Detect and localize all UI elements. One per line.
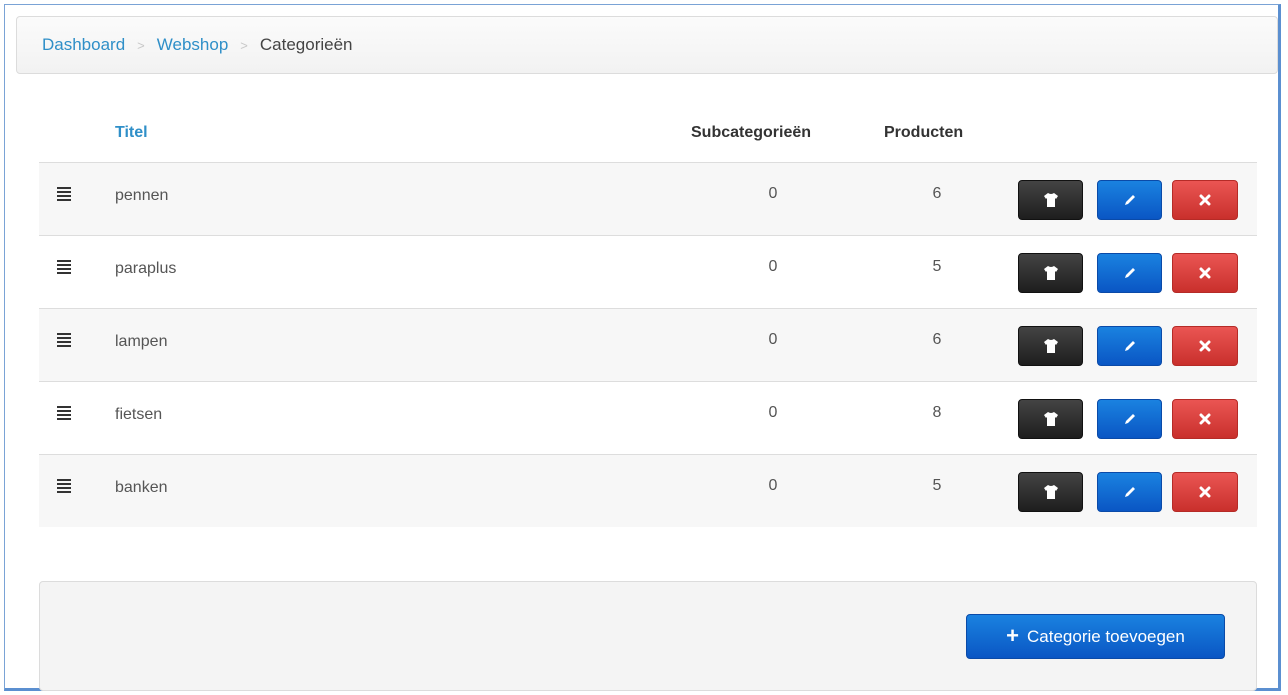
- subcategory-count: 0: [768, 404, 778, 421]
- add-category-button[interactable]: + Categorie toevoegen: [966, 614, 1225, 659]
- products-button[interactable]: [1018, 253, 1083, 293]
- pencil-icon: [1124, 341, 1135, 351]
- products-button[interactable]: [1018, 472, 1083, 512]
- breadcrumb: Dashboard > Webshop > Categorieën: [16, 16, 1278, 74]
- table-header: Titel Subcategorieën Producten: [39, 105, 1257, 163]
- close-icon: [1199, 194, 1211, 206]
- table-row: banken 0 5: [39, 455, 1257, 527]
- category-title: banken: [115, 479, 168, 496]
- breadcrumb-separator: >: [240, 37, 248, 53]
- drag-handle-icon[interactable]: [57, 260, 71, 276]
- pencil-icon: [1124, 487, 1135, 497]
- category-title: paraplus: [115, 260, 177, 277]
- drag-handle-icon[interactable]: [57, 333, 71, 349]
- close-icon: [1199, 486, 1211, 498]
- edit-button[interactable]: [1097, 326, 1162, 366]
- delete-button[interactable]: [1172, 399, 1238, 439]
- breadcrumb-dashboard[interactable]: Dashboard: [42, 35, 125, 55]
- close-icon: [1199, 340, 1211, 352]
- tshirt-icon: [1043, 266, 1058, 280]
- table-row: paraplus 0 5: [39, 236, 1257, 309]
- categories-table: Titel Subcategorieën Producten pennen 0 …: [39, 105, 1257, 527]
- close-icon: [1199, 413, 1211, 425]
- breadcrumb-separator: >: [137, 37, 145, 53]
- pencil-icon: [1124, 414, 1135, 424]
- plus-icon: +: [1006, 622, 1019, 648]
- category-title: pennen: [115, 187, 169, 204]
- edit-button[interactable]: [1097, 180, 1162, 220]
- product-count: 6: [932, 331, 942, 348]
- column-header-products: Producten: [884, 124, 964, 141]
- pencil-icon: [1124, 195, 1135, 205]
- tshirt-icon: [1043, 485, 1058, 499]
- products-button[interactable]: [1018, 326, 1083, 366]
- subcategory-count: 0: [768, 331, 778, 348]
- table-row: lampen 0 6: [39, 309, 1257, 382]
- breadcrumb-webshop[interactable]: Webshop: [157, 35, 229, 55]
- tshirt-icon: [1043, 339, 1058, 353]
- tshirt-icon: [1043, 412, 1058, 426]
- product-count: 5: [932, 477, 942, 494]
- table-row: pennen 0 6: [39, 163, 1257, 236]
- column-header-title[interactable]: Titel: [115, 124, 148, 142]
- table-row: fietsen 0 8: [39, 382, 1257, 455]
- products-button[interactable]: [1018, 180, 1083, 220]
- subcategory-count: 0: [768, 477, 778, 494]
- product-count: 6: [932, 185, 942, 202]
- drag-handle-icon[interactable]: [57, 479, 71, 495]
- form-actions-panel: + Categorie toevoegen: [39, 581, 1257, 691]
- delete-button[interactable]: [1172, 253, 1238, 293]
- pencil-icon: [1124, 268, 1135, 278]
- edit-button[interactable]: [1097, 472, 1162, 512]
- category-title: lampen: [115, 333, 168, 350]
- tshirt-icon: [1043, 193, 1058, 207]
- delete-button[interactable]: [1172, 326, 1238, 366]
- subcategory-count: 0: [768, 258, 778, 275]
- edit-button[interactable]: [1097, 399, 1162, 439]
- subcategory-count: 0: [768, 185, 778, 202]
- delete-button[interactable]: [1172, 180, 1238, 220]
- edit-button[interactable]: [1097, 253, 1162, 293]
- products-button[interactable]: [1018, 399, 1083, 439]
- drag-handle-icon[interactable]: [57, 406, 71, 422]
- breadcrumb-current: Categorieën: [259, 35, 353, 54]
- add-category-label: Categorie toevoegen: [1027, 626, 1185, 646]
- product-count: 5: [932, 258, 942, 275]
- page-frame: Dashboard > Webshop > Categorieën Titel …: [4, 4, 1281, 691]
- delete-button[interactable]: [1172, 472, 1238, 512]
- product-count: 8: [932, 404, 942, 421]
- column-header-subcategories: Subcategorieën: [691, 124, 812, 141]
- drag-handle-icon[interactable]: [57, 187, 71, 203]
- close-icon: [1199, 267, 1211, 279]
- category-title: fietsen: [115, 406, 163, 423]
